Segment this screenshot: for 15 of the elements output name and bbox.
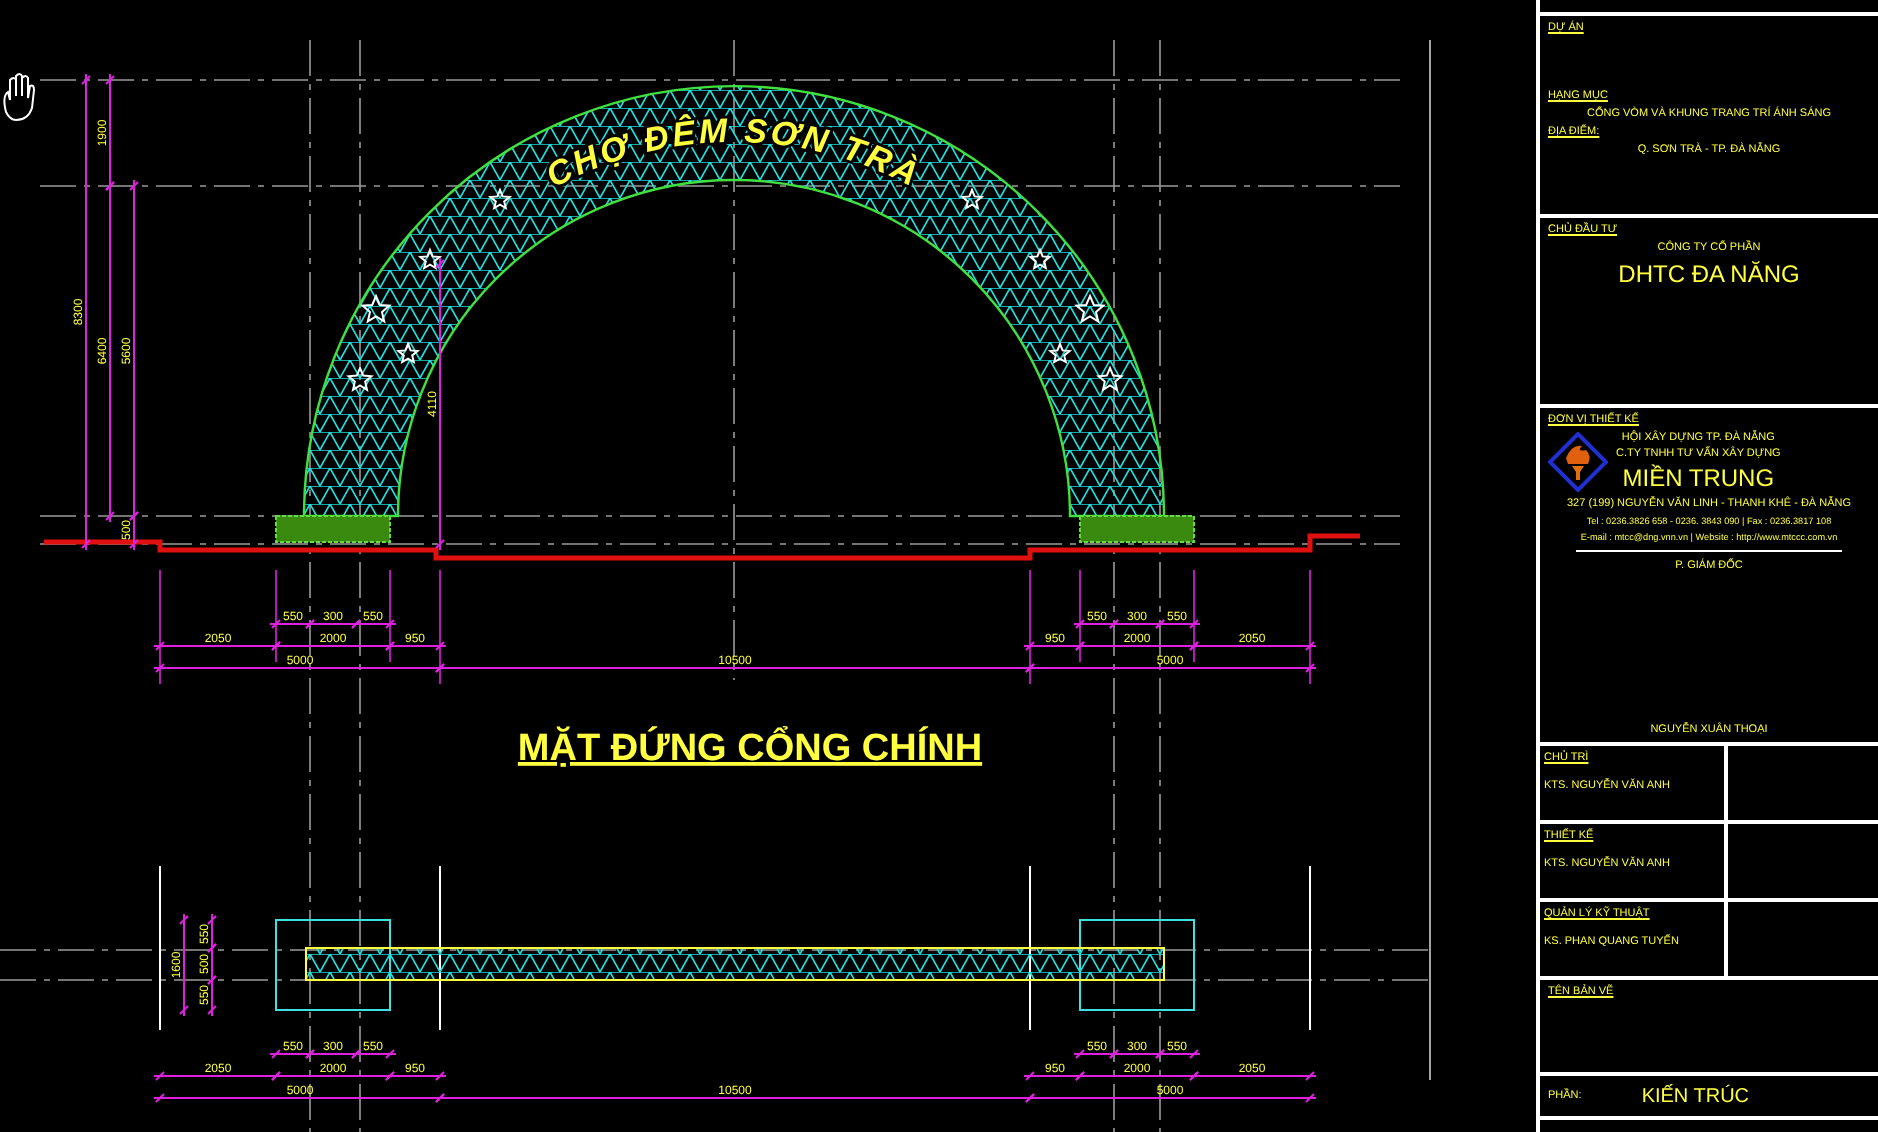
- designer-name: MIỀN TRUNG: [1622, 464, 1775, 493]
- section-value: KIẾN TRÚC: [1641, 1085, 1750, 1108]
- client-name: DHTC ĐA NĂNG: [1616, 259, 1802, 288]
- extension-line: [439, 569, 441, 685]
- extension-line: [1309, 569, 1311, 685]
- dimension-line: [179, 913, 189, 1017]
- extension-line: [1029, 569, 1031, 685]
- extension-line: [275, 569, 277, 663]
- extension-line: [159, 569, 161, 685]
- extension-line: [389, 569, 391, 663]
- view-title: MẶT ĐỨNG CỔNG CHÍNH: [517, 728, 983, 770]
- logo-drawing: [1548, 432, 1608, 493]
- hand-icon: [3, 73, 35, 121]
- extension-line: [1079, 569, 1081, 663]
- extension-line: [1193, 569, 1195, 663]
